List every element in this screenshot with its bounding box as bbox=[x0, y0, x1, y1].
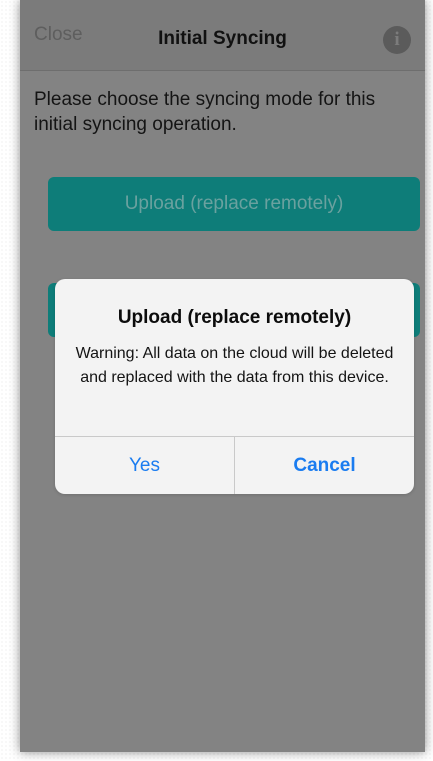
info-icon[interactable]: i bbox=[383, 26, 411, 54]
phone-screen: Close Initial Syncing i Please choose th… bbox=[20, 0, 425, 752]
navigation-bar: Close Initial Syncing i bbox=[20, 0, 425, 71]
alert-title: Upload (replace remotely) bbox=[117, 307, 352, 328]
page-frame: Close Initial Syncing i Please choose th… bbox=[0, 0, 433, 761]
confirmation-alert: Upload (replace remotely) Warning: All d… bbox=[55, 279, 414, 494]
yes-button[interactable]: Yes bbox=[55, 437, 234, 494]
instruction-text: Please choose the syncing mode for this … bbox=[34, 89, 376, 135]
alert-message: Warning: All data on the cloud will be d… bbox=[75, 345, 394, 386]
cancel-button[interactable]: Cancel bbox=[235, 437, 414, 494]
upload-replace-remotely-button[interactable]: Upload (replace remotely) bbox=[48, 177, 420, 231]
page-title: Initial Syncing bbox=[158, 28, 287, 49]
